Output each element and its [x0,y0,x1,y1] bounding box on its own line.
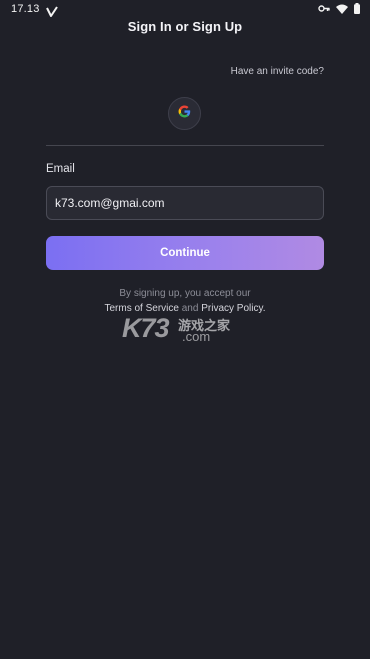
email-label: Email [46,163,75,175]
battery-icon [354,3,360,14]
email-field[interactable]: k73.com@gmai.com [46,186,324,220]
terms-period: . [262,303,266,314]
terms-line-1: By signing up, you accept our [119,288,251,299]
status-time: 17.13 [11,3,40,15]
continue-button[interactable]: Continue [46,236,324,270]
wifi-icon [336,4,348,14]
vpn-key-icon [318,4,330,13]
status-bar: 17.13 [0,0,370,20]
google-sign-in-button[interactable] [168,97,201,130]
divider [46,145,324,146]
app-v-icon [46,4,58,17]
email-value: k73.com@gmai.com [55,196,165,210]
watermark-domain: .com [182,329,211,344]
watermark-brand: K73 [122,313,170,343]
k73-watermark-logo: K73 游戏之家 .com [122,313,252,345]
page-title: Sign In or Sign Up [127,19,243,34]
google-g-icon [178,105,191,123]
invite-code-link[interactable]: Have an invite code? [231,66,324,77]
status-icons [318,3,360,14]
terms-notice: By signing up, you accept our Terms of S… [46,286,324,316]
